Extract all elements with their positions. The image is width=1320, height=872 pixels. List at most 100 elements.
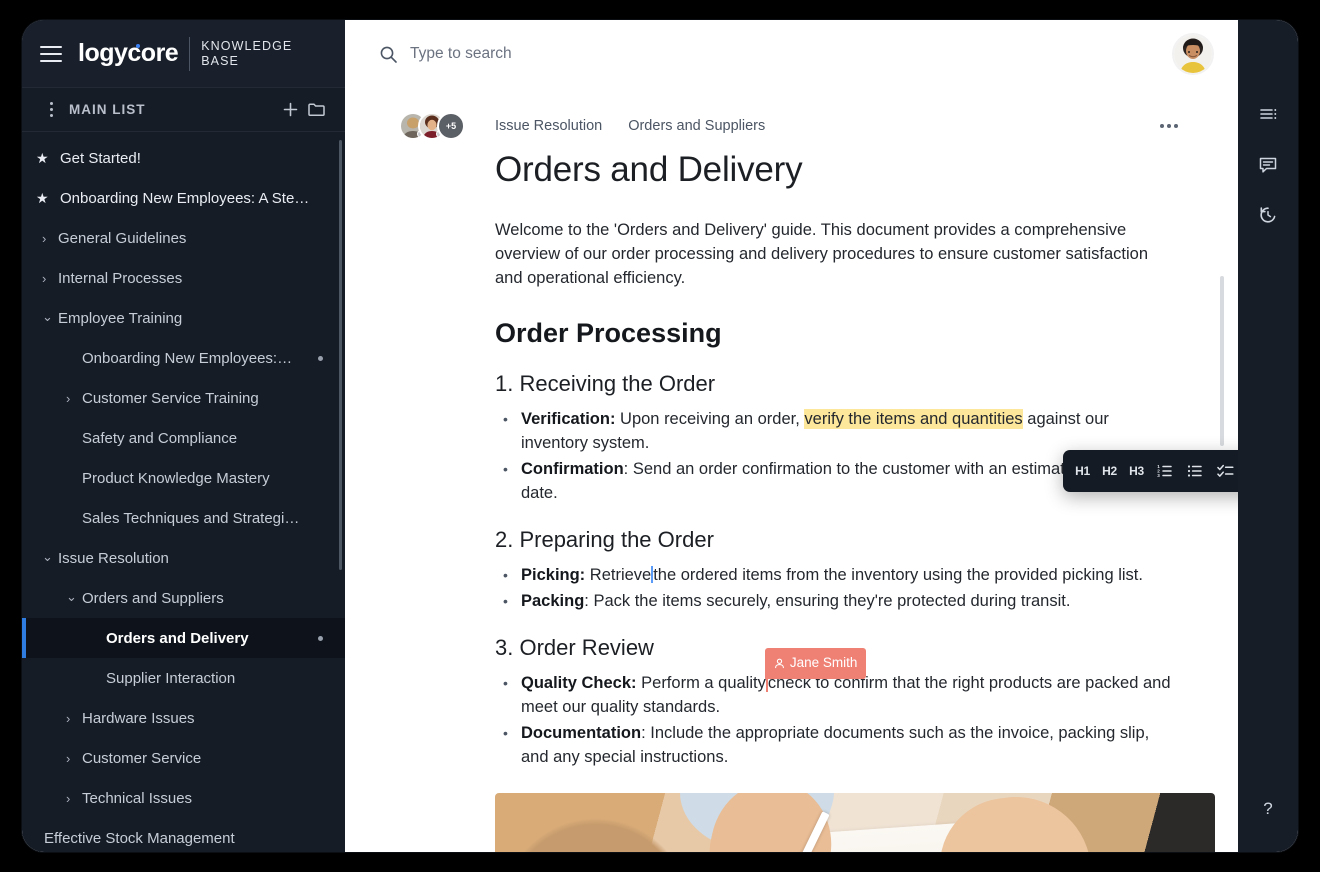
step-heading: 1. Receiving the Order [495, 371, 716, 396]
sidebar-item-employee-training[interactable]: ⌄ Employee Training [22, 298, 345, 338]
sidebar-item-get-started[interactable]: ★ Get Started! [22, 138, 345, 178]
svg-text:3: 3 [1157, 473, 1160, 478]
list-item: Documentation: Include the appropriate d… [495, 721, 1178, 769]
sidebar-item-label: Hardware Issues [82, 709, 195, 727]
logo-subtitle-line-2: BASE [201, 53, 239, 68]
bullet-list-button[interactable] [1181, 457, 1209, 485]
sidebar-item-label: Customer Service [82, 749, 202, 767]
sidebar-item-issue-resolution[interactable]: ⌄ Issue Resolution [22, 538, 345, 578]
logo-subtitle: KNOWLEDGE BASE [201, 39, 292, 69]
sidebar-tree: ★ Get Started! ★ Onboarding New Employees: … [22, 132, 345, 852]
main-content: +5 Issue Resolution Orders and Suppliers… [345, 20, 1238, 852]
logo-accent-dot [136, 44, 140, 48]
formatting-toolbar[interactable]: H1H2H3123BIU99 [1063, 450, 1238, 492]
sidebar-item-safety-and-compliance[interactable]: Safety and Compliance [22, 418, 345, 458]
list-item: Verification: Upon receiving an order, v… [495, 407, 1178, 455]
sidebar-item-effective-stock-management[interactable]: Effective Stock Management [22, 818, 345, 852]
comments-panel-icon[interactable] [1251, 148, 1285, 182]
sidebar-item-technical-issues[interactable]: › Technical Issues [22, 778, 345, 818]
version-history-icon[interactable] [1251, 198, 1285, 232]
remote-user-name: Jane Smith [789, 655, 858, 670]
table-of-contents-icon[interactable] [1251, 98, 1285, 132]
sidebar-item-label: Issue Resolution [58, 549, 169, 567]
kebab-menu-icon[interactable] [44, 102, 58, 117]
chevron-right-icon[interactable]: › [66, 712, 70, 725]
intro-paragraph: Welcome to the 'Orders and Delivery' gui… [495, 221, 1148, 287]
search-icon [379, 45, 398, 64]
list-item: Quality Check: Perform a quality Jane Smi… [495, 648, 1178, 719]
chevron-right-icon[interactable]: › [66, 792, 70, 805]
folder-icon[interactable] [303, 97, 329, 123]
remote-user-badge: Jane Smith [764, 648, 867, 679]
top-bar [345, 20, 1238, 88]
image-hand-right-shape [931, 793, 1102, 852]
sidebar-item-label: Employee Training [58, 309, 183, 327]
sidebar-item-label: Orders and Suppliers [82, 589, 224, 607]
list-item: Picking: Retrievethe ordered items from … [495, 563, 1178, 587]
logo-text: logycore [78, 39, 179, 67]
sidebar-item-label: Supplier Interaction [106, 669, 236, 687]
step-heading: 2. Preparing the Order [495, 527, 714, 552]
bullet-text-before: Perform a quality [636, 674, 766, 692]
chevron-down-icon[interactable]: ⌄ [42, 550, 53, 563]
sidebar-item-customer-service-training[interactable]: › Customer Service Training [22, 378, 345, 418]
bullet-term: Quality Check: [521, 674, 637, 692]
sidebar-item-label: Onboarding New Employees:… [82, 349, 293, 367]
bullet-term: Packing [521, 592, 585, 610]
logo-divider [189, 36, 191, 71]
user-cursor-icon [774, 658, 785, 669]
chevron-right-icon[interactable]: › [42, 272, 46, 285]
search-input[interactable] [410, 45, 830, 63]
bullet-text-before: Upon receiving an order, [615, 410, 805, 428]
sidebar-item-label: Customer Service Training [82, 389, 259, 407]
highlighted-text: verify the items and quantities [804, 409, 1023, 429]
more-options-icon[interactable] [1160, 124, 1178, 128]
sidebar-item-supplier-interaction[interactable]: Supplier Interaction [22, 658, 345, 698]
plus-icon[interactable] [277, 97, 303, 123]
sidebar-item-hardware-issues[interactable]: › Hardware Issues [22, 698, 345, 738]
checklist-button[interactable] [1211, 457, 1238, 485]
sidebar-item-label: Orders and Delivery [106, 629, 249, 647]
sidebar-item-sales-techniques-and-strategi[interactable]: Sales Techniques and Strategi… [22, 498, 345, 538]
heading-2-button[interactable]: H2 [1097, 457, 1122, 485]
help-button[interactable]: ? [1251, 792, 1285, 826]
sidebar-item-orders-and-suppliers[interactable]: ⌄ Orders and Suppliers [22, 578, 345, 618]
bullet-text-after: the ordered items from the inventory usi… [653, 566, 1143, 584]
ordered-list-button[interactable]: 123 [1151, 457, 1179, 485]
chevron-right-icon[interactable]: › [42, 232, 46, 245]
sidebar-item-product-knowledge-mastery[interactable]: Product Knowledge Mastery [22, 458, 345, 498]
steps-container: 1. Receiving the Order Verification: Upon… [495, 371, 1178, 769]
sidebar: logycore KNOWLEDGE BASE MAIN LIST ★ Get S… [22, 20, 345, 852]
search-bar[interactable] [379, 45, 1172, 64]
bullet-term: Confirmation [521, 460, 624, 478]
page-title: Orders and Delivery [495, 150, 803, 189]
breadcrumb-item-1[interactable]: Orders and Suppliers [628, 118, 765, 134]
hamburger-icon[interactable] [40, 45, 62, 62]
bullet-term: Documentation [521, 724, 642, 742]
heading-3-button[interactable]: H3 [1124, 457, 1149, 485]
sidebar-item-label: Get Started! [60, 149, 141, 167]
document-meta-row: +5 Issue Resolution Orders and Suppliers [399, 112, 1178, 140]
sidebar-item-orders-and-delivery[interactable]: Orders and Delivery [22, 618, 345, 658]
heading-3-button-label: H3 [1129, 464, 1144, 478]
collaborator-avatars[interactable]: +5 [399, 112, 465, 140]
breadcrumb-item-0[interactable]: Issue Resolution [495, 118, 602, 134]
sidebar-scrollbar[interactable] [339, 140, 342, 570]
sidebar-item-label: Onboarding New Employees: A Ste… [60, 189, 310, 207]
chevron-down-icon[interactable]: ⌄ [42, 310, 53, 323]
heading-1-button[interactable]: H1 [1070, 457, 1095, 485]
avatar-overflow-count[interactable]: +5 [437, 112, 465, 140]
star-icon: ★ [36, 189, 49, 206]
sidebar-item-label: Safety and Compliance [82, 429, 238, 447]
sidebar-item-onboarding-new-employees-a-ste[interactable]: ★ Onboarding New Employees: A Ste… [22, 178, 345, 218]
sidebar-item-internal-processes[interactable]: › Internal Processes [22, 258, 345, 298]
chevron-right-icon[interactable]: › [66, 752, 70, 765]
sidebar-item-general-guidelines[interactable]: › General Guidelines [22, 218, 345, 258]
sidebar-item-customer-service[interactable]: › Customer Service [22, 738, 345, 778]
document-scrollbar[interactable] [1220, 276, 1224, 446]
bullet-text-before: : Pack the items securely, ensuring they… [584, 592, 1071, 610]
chevron-right-icon[interactable]: › [66, 392, 70, 405]
user-avatar[interactable] [1172, 33, 1214, 75]
chevron-down-icon[interactable]: ⌄ [66, 590, 77, 603]
sidebar-item-onboarding-new-employees[interactable]: Onboarding New Employees:… [22, 338, 345, 378]
